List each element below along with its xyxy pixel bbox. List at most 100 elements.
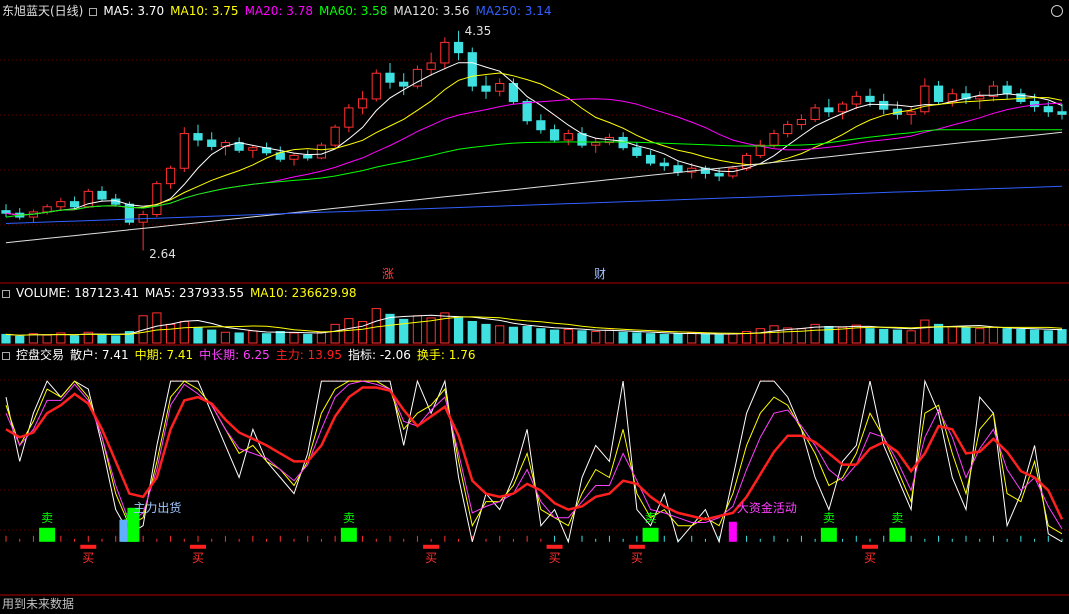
- candle-body: [810, 107, 820, 120]
- candle-body: [906, 111, 916, 115]
- annotation-label: 大资金活动: [737, 500, 797, 515]
- volume-bar: [440, 312, 450, 344]
- buy-signal-label: 买: [82, 551, 94, 565]
- candle-body: [42, 206, 52, 213]
- ma-line: [5, 72, 1063, 216]
- stock-title: 东旭蓝天(日线): [2, 4, 84, 18]
- settings-icon[interactable]: [89, 7, 98, 16]
- volume-bar: [1029, 329, 1040, 344]
- candle-body: [344, 107, 354, 128]
- volume-bar: [645, 333, 656, 344]
- sell-signal-label: 卖: [891, 511, 903, 525]
- candle-body: [453, 41, 464, 54]
- volume-bar: [15, 335, 25, 344]
- volume-bar: [961, 327, 971, 344]
- volume-bar: [495, 325, 505, 344]
- volume-bar: [481, 323, 491, 344]
- sell-signal-label: 卖: [645, 511, 657, 525]
- close-icon[interactable]: [1051, 5, 1063, 17]
- volume-bar: [673, 333, 683, 344]
- candle-body: [207, 139, 217, 147]
- volume-bar: [303, 333, 313, 344]
- candle-body: [303, 154, 313, 159]
- volume-bar: [467, 321, 477, 344]
- sell-signal-block: [820, 527, 837, 542]
- candle-body: [851, 95, 861, 105]
- candle-body: [975, 95, 985, 100]
- buy-signal-label: 买: [549, 551, 561, 565]
- candle-body: [549, 129, 560, 141]
- candle-body: [330, 126, 340, 146]
- ma-line: [5, 98, 1063, 216]
- candle-body: [385, 72, 395, 83]
- candle-body: [399, 81, 409, 87]
- indicator-label: 换手: 1.76: [416, 348, 476, 362]
- volume-bar: [165, 323, 176, 344]
- volume-bar: [316, 331, 327, 344]
- annotation-label: 主力出货: [133, 500, 181, 515]
- volume-bar: [179, 321, 189, 344]
- volume-bar: [193, 327, 203, 344]
- chart-canvas: 卖卖卖卖卖卖买买买买买买主力出货大资金活动: [0, 30, 1069, 596]
- volume-bar: [865, 328, 875, 344]
- annotation-block: [728, 521, 737, 542]
- candle-body: [591, 142, 601, 146]
- candle-body: [933, 85, 944, 102]
- volume-bar: [426, 317, 436, 344]
- sell-signal-label: 卖: [823, 511, 835, 525]
- volume-bar: [330, 323, 340, 344]
- volume-bar: [412, 315, 423, 344]
- volume-label: VOLUME: 187123.41: [16, 286, 139, 300]
- candle-body: [316, 144, 327, 159]
- volume-bar: [604, 329, 615, 344]
- indicator-label: 散户: 7.41: [70, 348, 129, 362]
- candle-body: [1, 210, 11, 214]
- settings-icon[interactable]: [2, 351, 10, 360]
- buy-signal-mark: [546, 544, 563, 549]
- volume-bar: [508, 326, 519, 344]
- sell-signal-block: [39, 527, 56, 542]
- volume-bar: [42, 334, 52, 344]
- indicator-header: 控盘交易 散户: 7.41 中期: 7.41 中长期: 6.25 主力: 13.95 指标…: [2, 348, 487, 362]
- volume-bar: [536, 328, 546, 344]
- candle-body: [879, 100, 889, 110]
- annotation-block: [119, 519, 128, 542]
- candle-body: [69, 201, 80, 208]
- volume-bar: [1016, 328, 1026, 344]
- candle-body: [467, 52, 477, 87]
- candle-body: [714, 172, 724, 177]
- volume-bar: [632, 332, 642, 344]
- candle-body: [536, 120, 546, 131]
- candle-body: [1043, 106, 1053, 113]
- volume-bar: [824, 326, 834, 344]
- volume-ma-line: [5, 314, 1063, 336]
- ma-label: MA60: 3.58: [319, 4, 388, 18]
- sell-signal-block: [642, 527, 659, 542]
- buy-signal-label: 买: [425, 551, 437, 565]
- candle-body: [783, 124, 793, 135]
- candle-body: [577, 133, 587, 146]
- volume-bar: [906, 330, 916, 344]
- volume-label: MA5: 237933.55: [145, 286, 244, 300]
- candle-body: [824, 107, 834, 113]
- candle-body: [837, 103, 848, 113]
- volume-header: VOLUME: 187123.41 MA5: 237933.55 MA10: 236…: [2, 286, 369, 300]
- buy-signal-mark: [628, 544, 645, 549]
- buy-signal-label: 买: [631, 551, 643, 565]
- candle-body: [522, 100, 532, 122]
- volume-bar: [769, 325, 779, 344]
- volume-bar: [522, 326, 532, 344]
- candle-body: [179, 133, 189, 169]
- indicator-line-main: [5, 386, 1064, 521]
- settings-icon[interactable]: [2, 289, 10, 298]
- candle-body: [481, 85, 491, 92]
- event-marker[interactable]: 财: [594, 268, 606, 281]
- buy-signal-mark: [862, 544, 878, 549]
- volume-bar: [700, 333, 711, 344]
- event-marker[interactable]: 涨: [382, 268, 394, 281]
- candle-body: [152, 183, 162, 215]
- indicator-label: 主力: 13.95: [275, 348, 342, 362]
- candle-body: [193, 133, 203, 141]
- volume-label: MA10: 236629.98: [249, 286, 357, 300]
- candle-body: [371, 72, 381, 100]
